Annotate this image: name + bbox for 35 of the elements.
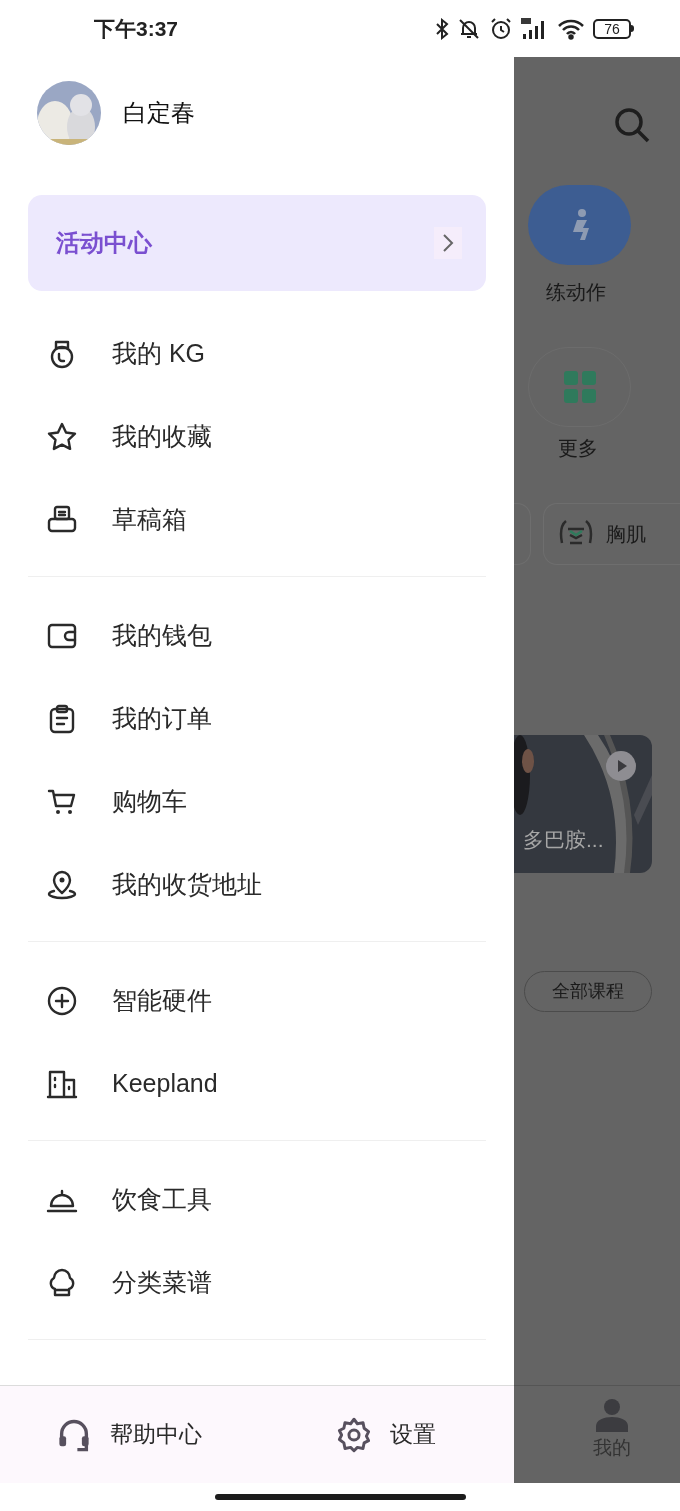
play-icon bbox=[606, 751, 636, 781]
person-icon[interactable] bbox=[594, 1398, 630, 1432]
plus-circle-icon bbox=[46, 984, 78, 1017]
menu-item[interactable]: 我的收货地址 bbox=[0, 843, 514, 926]
menu-item[interactable]: 饮食工具 bbox=[0, 1158, 514, 1241]
star-icon bbox=[46, 420, 78, 453]
grid-icon bbox=[563, 371, 596, 403]
menu-item[interactable]: 我的收藏 bbox=[0, 395, 514, 478]
menu-item[interactable]: 我的钱包 bbox=[0, 594, 514, 677]
location-pin-icon bbox=[46, 868, 78, 901]
bluetooth-icon bbox=[435, 17, 449, 40]
video-title: 多巴胺... bbox=[523, 826, 604, 853]
menu-item[interactable]: 分类菜谱 bbox=[0, 1241, 514, 1324]
footer-item[interactable]: 帮助中心 bbox=[0, 1416, 280, 1453]
search-icon[interactable] bbox=[614, 107, 650, 143]
home-indicator[interactable] bbox=[214, 1494, 466, 1500]
wifi-icon bbox=[557, 17, 585, 40]
menu-item[interactable]: Keepland bbox=[0, 1042, 514, 1125]
status-time: 下午3:37 bbox=[94, 15, 179, 42]
menu-item[interactable]: 购物车 bbox=[0, 760, 514, 843]
chevron-right-icon bbox=[434, 227, 462, 259]
video-card[interactable]: 多巴胺... bbox=[514, 735, 652, 873]
menu-item[interactable]: 草稿箱 bbox=[0, 478, 514, 561]
exercise-label: 练动作 bbox=[545, 280, 607, 305]
battery-icon: 76 bbox=[593, 18, 634, 39]
muted-bell-icon bbox=[457, 17, 481, 40]
menu-item[interactable]: 我的订单 bbox=[0, 677, 514, 760]
profile-name[interactable]: 白定春 bbox=[123, 95, 195, 131]
activity-banner[interactable]: 活动中心 bbox=[28, 195, 486, 291]
menu-item[interactable]: 智能硬件 bbox=[0, 959, 514, 1042]
settings-icon bbox=[336, 1416, 372, 1453]
menu-item[interactable]: 我的 KG bbox=[0, 312, 514, 395]
alarm-icon bbox=[489, 16, 513, 41]
footer-item[interactable]: 设置 bbox=[280, 1416, 436, 1453]
more-label: 更多 bbox=[557, 436, 599, 461]
